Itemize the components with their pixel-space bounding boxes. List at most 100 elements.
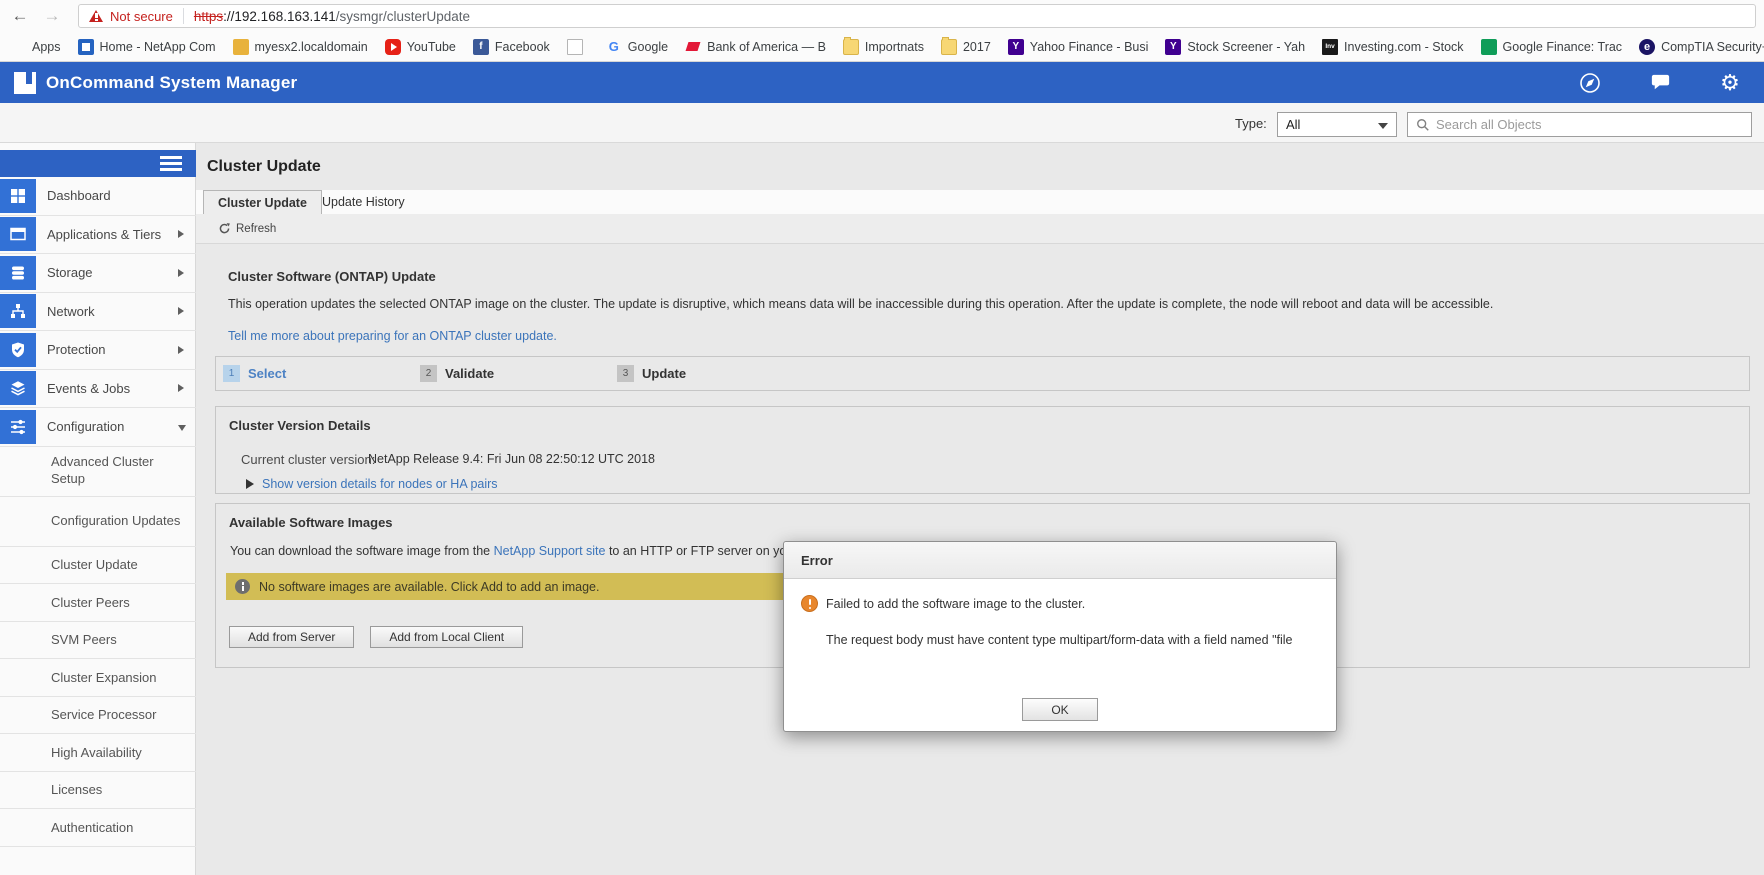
netapp-favicon	[78, 39, 94, 55]
dialog-title: Error	[801, 553, 833, 568]
step-update: 3 Update	[617, 365, 782, 382]
bookmark-youtube[interactable]: YouTube	[385, 39, 456, 55]
page-toolbar: Refresh	[196, 214, 1764, 244]
bookmarks-bar: Apps Home - NetApp Com myesx2.localdomai…	[0, 31, 1764, 62]
error-icon	[801, 595, 818, 612]
configuration-sliders-icon	[0, 410, 36, 444]
sidebar-item-high-availability[interactable]: High Availability	[0, 734, 196, 772]
bookmark-importnats-folder[interactable]: Importnats	[843, 39, 924, 55]
sidebar-item-authentication[interactable]: Authentication	[0, 809, 196, 847]
sidebar-item-dashboard[interactable]: Dashboard	[0, 177, 196, 216]
sidebar-item-network[interactable]: Network	[0, 293, 196, 332]
cluster-version-details-panel: Cluster Version Details Current cluster …	[215, 406, 1750, 494]
comptia-favicon: e	[1639, 39, 1655, 55]
bookmark-bofa[interactable]: Bank of America — B	[685, 39, 826, 55]
protection-shield-icon	[0, 333, 36, 367]
bookmark-yahoo-finance[interactable]: Y Yahoo Finance - Busi	[1008, 39, 1149, 55]
global-filter-bar: Type: All	[0, 103, 1764, 143]
browser-forward-icon[interactable]: →	[40, 4, 64, 28]
apps-grid-icon	[10, 39, 26, 55]
url-host: ://192.168.163.141	[223, 9, 336, 24]
sidebar-item-cluster-update[interactable]: Cluster Update	[0, 547, 196, 585]
bofa-favicon	[685, 39, 701, 55]
not-secure-warning-icon	[89, 10, 103, 22]
panel-title: Cluster Version Details	[229, 418, 371, 433]
bookmark-google[interactable]: G Google	[606, 39, 668, 55]
section-heading: Cluster Software (ONTAP) Update	[228, 269, 436, 284]
sidebar-item-protection[interactable]: Protection	[0, 331, 196, 370]
error-message: Failed to add the software image to the …	[826, 597, 1085, 611]
esx-favicon	[233, 39, 249, 55]
yahoo-favicon: Y	[1008, 39, 1024, 55]
tell-me-more-link[interactable]: Tell me more about preparing for an ONTA…	[228, 329, 557, 343]
sidebar-item-storage[interactable]: Storage	[0, 254, 196, 293]
sidebar-item-events-jobs[interactable]: Events & Jobs	[0, 370, 196, 409]
show-version-details-toggle[interactable]: Show version details for nodes or HA pai…	[246, 477, 498, 491]
error-detail: The request body must have content type …	[826, 632, 1308, 650]
bookmark-stock-screener[interactable]: Y Stock Screener - Yah	[1165, 39, 1305, 55]
type-select[interactable]: All	[1277, 112, 1397, 137]
chevron-right-icon	[178, 346, 184, 354]
address-bar[interactable]: Not secure https://192.168.163.141/sysmg…	[78, 4, 1756, 28]
page-title: Cluster Update	[207, 158, 321, 176]
global-search[interactable]	[1407, 112, 1752, 137]
add-from-local-client-button[interactable]: Add from Local Client	[370, 626, 523, 648]
hamburger-menu-icon[interactable]	[160, 156, 182, 171]
google-favicon: G	[606, 39, 622, 55]
browser-back-icon[interactable]: ←	[8, 4, 32, 28]
refresh-button[interactable]: Refresh	[218, 222, 276, 235]
sidebar-item-applications-tiers[interactable]: Applications & Tiers	[0, 216, 196, 255]
url-divider	[183, 8, 184, 24]
dialog-title-bar[interactable]: Error	[784, 542, 1336, 579]
app-title: OnCommand System Manager	[46, 73, 297, 93]
bookmark-myesx2[interactable]: myesx2.localdomain	[233, 39, 368, 55]
netapp-support-site-link[interactable]: NetApp Support site	[494, 544, 606, 558]
info-icon	[235, 579, 250, 594]
sidebar-item-advanced-cluster-setup[interactable]: Advanced Cluster Setup	[0, 447, 196, 497]
chevron-down-icon	[178, 425, 186, 431]
chevron-right-icon	[178, 307, 184, 315]
sidebar: Dashboard Applications & Tiers Storage N…	[0, 143, 196, 875]
tab-update-history[interactable]: Update History	[308, 190, 419, 214]
settings-gear-icon[interactable]: ⚙	[1718, 71, 1742, 95]
bookmark-investing[interactable]: Inv Investing.com - Stock	[1322, 39, 1464, 55]
step-number-badge: 3	[617, 365, 634, 382]
yahoo-favicon: Y	[1165, 39, 1181, 55]
app-header: OnCommand System Manager ⚙	[0, 62, 1764, 103]
sidebar-item-configuration-updates[interactable]: Configuration Updates	[0, 497, 196, 547]
step-validate: 2 Validate	[420, 365, 585, 382]
software-images-description: You can download the software image from…	[230, 544, 838, 558]
sidebar-item-cluster-peers[interactable]: Cluster Peers	[0, 584, 196, 622]
sidebar-item-configuration[interactable]: Configuration	[0, 408, 196, 447]
feedback-chat-icon[interactable]	[1648, 71, 1672, 95]
bookmark-google-finance[interactable]: Google Finance: Trac	[1481, 39, 1623, 55]
bookmark-comptia[interactable]: e CompTIA Security+ C	[1639, 39, 1764, 55]
add-from-server-button[interactable]: Add from Server	[229, 626, 354, 648]
sidebar-item-service-processor[interactable]: Service Processor	[0, 697, 196, 735]
bookmark-netapp-home[interactable]: Home - NetApp Com	[78, 39, 216, 55]
browser-chrome: ← → Not secure https://192.168.163.141/s…	[0, 0, 1764, 62]
bookmark-blank[interactable]	[567, 39, 589, 55]
ok-button[interactable]: OK	[1022, 698, 1098, 721]
sidebar-item-svm-peers[interactable]: SVM Peers	[0, 622, 196, 660]
current-version-value: NetApp Release 9.4: Fri Jun 08 22:50:12 …	[368, 452, 655, 466]
search-input[interactable]	[1436, 117, 1743, 132]
bookmark-facebook[interactable]: f Facebook	[473, 39, 550, 55]
chevron-right-icon	[178, 269, 184, 277]
step-number-badge: 2	[420, 365, 437, 382]
step-number-badge: 1	[223, 365, 240, 382]
expand-triangle-icon	[246, 479, 254, 489]
panel-title: Available Software Images	[229, 515, 393, 530]
bookmark-2017-folder[interactable]: 2017	[941, 39, 991, 55]
url-text[interactable]: https://192.168.163.141/sysmgr/clusterUp…	[194, 9, 470, 24]
sidebar-item-licenses[interactable]: Licenses	[0, 772, 196, 810]
sidebar-item-cluster-expansion[interactable]: Cluster Expansion	[0, 659, 196, 697]
tab-cluster-update[interactable]: Cluster Update	[203, 190, 322, 215]
folder-favicon	[941, 39, 957, 55]
bookmark-apps[interactable]: Apps	[10, 39, 61, 55]
netapp-logo	[14, 72, 36, 94]
refresh-icon	[218, 222, 231, 235]
type-label: Type:	[1235, 116, 1267, 131]
not-secure-label[interactable]: Not secure	[110, 9, 173, 24]
help-compass-icon[interactable]	[1578, 71, 1602, 95]
